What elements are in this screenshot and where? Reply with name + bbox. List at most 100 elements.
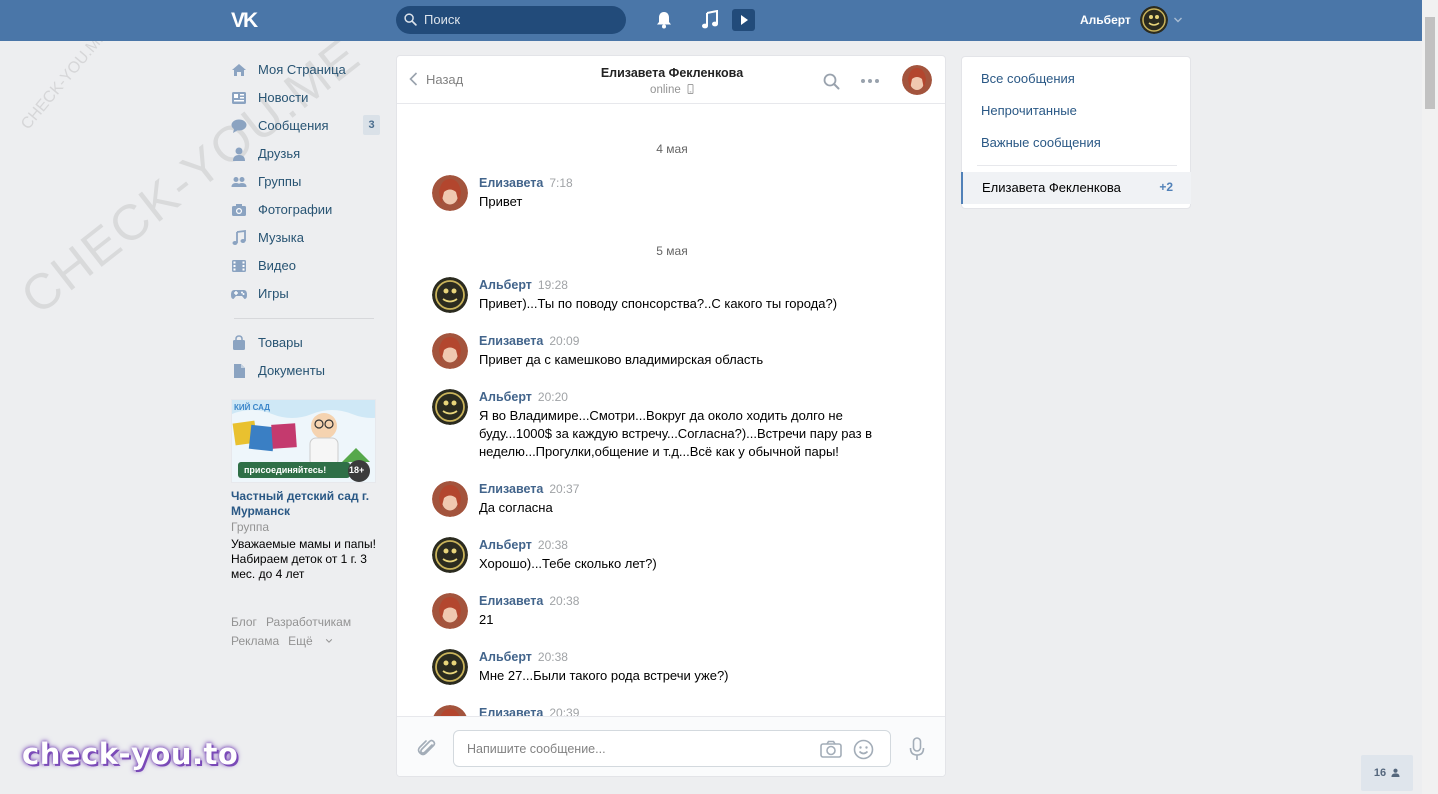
- author-name: Альберт: [479, 538, 532, 552]
- sender-avatar[interactable]: [432, 649, 468, 685]
- vk-logo[interactable]: VK: [231, 9, 265, 32]
- message-placeholder: Напишите сообщение...: [467, 742, 606, 756]
- nav-item-goods[interactable]: Товары: [231, 329, 381, 357]
- video-icon: [232, 260, 246, 272]
- nav-item-documents[interactable]: Документы: [231, 357, 381, 385]
- age-badge: 18+: [349, 465, 365, 475]
- scrollbar-thumb[interactable]: [1425, 17, 1435, 109]
- nav-item-groups[interactable]: Группы: [231, 168, 381, 196]
- top-user-name[interactable]: Альберт: [1080, 13, 1131, 27]
- message-time: 20:37: [549, 482, 580, 496]
- active-conversation[interactable]: Елизавета Фекленкова +2: [961, 172, 1191, 204]
- nav-label: Друзья: [258, 146, 301, 161]
- filter-unread[interactable]: Непрочитанные: [981, 103, 1077, 118]
- online-friends-button[interactable]: 16: [1361, 755, 1413, 791]
- author-name: Альберт: [479, 390, 532, 404]
- nav-item-games[interactable]: Игры: [231, 280, 381, 308]
- page-scrollbar[interactable]: [1422, 0, 1438, 794]
- sender-avatar[interactable]: [432, 593, 468, 629]
- nav-item-music[interactable]: Музыка: [231, 224, 381, 252]
- message-input[interactable]: Напишите сообщение...: [453, 730, 891, 767]
- bell-icon[interactable]: [655, 11, 673, 29]
- active-conversation-count: +2: [1159, 180, 1173, 194]
- contact-avatar[interactable]: [902, 65, 932, 95]
- music-note-icon[interactable]: [701, 10, 719, 30]
- message-author[interactable]: Альберт 19:28: [479, 278, 568, 292]
- sender-avatar[interactable]: [432, 175, 468, 211]
- search-icon[interactable]: [823, 73, 840, 90]
- brand-watermark: check-you.to: [22, 737, 239, 771]
- nav-label: Группы: [258, 174, 302, 189]
- user-avatar[interactable]: [1140, 6, 1168, 34]
- nav-item-messages[interactable]: Сообщения 3: [231, 112, 381, 140]
- nav-item-photos[interactable]: Фотографии: [231, 196, 381, 224]
- left-nav: Моя Страница Новости Сообщения 3 Друзья …: [231, 56, 381, 385]
- nav-divider: [234, 318, 374, 319]
- smile-icon[interactable]: [853, 739, 874, 760]
- messages-area[interactable]: 4 мая Елизавета 7:18 Привет 5 мая Альберт…: [397, 105, 945, 717]
- camera-icon: [232, 204, 246, 216]
- sender-avatar[interactable]: [432, 389, 468, 425]
- sender-avatar[interactable]: [432, 333, 468, 369]
- search-input[interactable]: Поиск: [424, 12, 460, 27]
- panel-divider: [977, 165, 1177, 166]
- message-text: Привет да с камешково владимирская облас…: [479, 352, 764, 367]
- message-time: 19:28: [537, 278, 568, 292]
- footer-link-ads[interactable]: Реклама: [231, 634, 279, 648]
- footer-link-blog[interactable]: Блог: [231, 615, 257, 629]
- messages-badge: 3: [363, 115, 380, 135]
- user-icon: [1391, 768, 1400, 777]
- nav-label: Сообщения: [258, 118, 329, 133]
- bag-icon: [233, 335, 245, 350]
- author-name: Елизавета: [479, 176, 544, 190]
- groups-icon: [231, 177, 247, 187]
- ad-title[interactable]: Частный детский сад г. Мурманск: [231, 489, 376, 519]
- message-author[interactable]: Елизавета 7:18: [479, 176, 573, 190]
- message-author[interactable]: Елизавета 20:37: [479, 482, 579, 496]
- search-box[interactable]: Поиск: [396, 6, 626, 34]
- camera-icon[interactable]: [820, 740, 842, 758]
- nav-item-friends[interactable]: Друзья: [231, 140, 381, 168]
- nav-item-my-page[interactable]: Моя Страница: [231, 56, 381, 84]
- microphone-icon[interactable]: [909, 737, 925, 761]
- message-time: 20:38: [549, 594, 580, 608]
- message-time: 20:09: [549, 334, 580, 348]
- online-count: 16: [1373, 767, 1387, 779]
- player-button[interactable]: [732, 9, 755, 31]
- message-composer: Напишите сообщение...: [397, 716, 945, 776]
- nav-label: Товары: [258, 335, 303, 350]
- message-author[interactable]: Елизавета 20:09: [479, 334, 579, 348]
- ad-block[interactable]: КИЙ САД присоединяйтесь! 18+ Частный дет…: [231, 399, 376, 582]
- author-name: Елизавета: [479, 482, 544, 496]
- active-conversation-name: Елизавета Фекленкова: [982, 180, 1121, 195]
- author-name: Альберт: [479, 650, 532, 664]
- message-time: 20:38: [537, 538, 568, 552]
- nav-label: Документы: [258, 363, 326, 378]
- footer-link-developers[interactable]: Разработчикам: [266, 615, 351, 629]
- message-author[interactable]: Альберт 20:38: [479, 538, 568, 552]
- top-bar: VK Поиск Альберт: [0, 0, 1422, 41]
- chat-panel: Назад Елизавета Фекленкова online 4 мая …: [396, 55, 946, 777]
- friend-icon: [233, 147, 245, 161]
- sender-avatar[interactable]: [432, 277, 468, 313]
- document-icon: [234, 364, 245, 378]
- message-author[interactable]: Альберт 20:38: [479, 650, 568, 664]
- filter-important[interactable]: Важные сообщения: [981, 135, 1101, 150]
- message-time: 20:38: [537, 650, 568, 664]
- more-label: Ещё: [288, 634, 313, 648]
- paperclip-icon[interactable]: [417, 737, 437, 759]
- chevron-down-icon[interactable]: [1173, 15, 1183, 25]
- more-icon[interactable]: [860, 78, 880, 84]
- nav-label: Музыка: [258, 230, 304, 245]
- sender-avatar[interactable]: [432, 537, 468, 573]
- footer-link-more[interactable]: Ещё: [288, 634, 333, 648]
- home-icon: [232, 64, 246, 76]
- message-author[interactable]: Альберт 20:20: [479, 390, 568, 404]
- nav-item-news[interactable]: Новости: [231, 84, 381, 112]
- author-name: Альберт: [479, 278, 532, 292]
- filter-all-messages[interactable]: Все сообщения: [981, 71, 1075, 86]
- sender-avatar[interactable]: [432, 481, 468, 517]
- ad-image[interactable]: КИЙ САД присоединяйтесь! 18+: [231, 399, 376, 483]
- message-author[interactable]: Елизавета 20:38: [479, 594, 579, 608]
- nav-item-video[interactable]: Видео: [231, 252, 381, 280]
